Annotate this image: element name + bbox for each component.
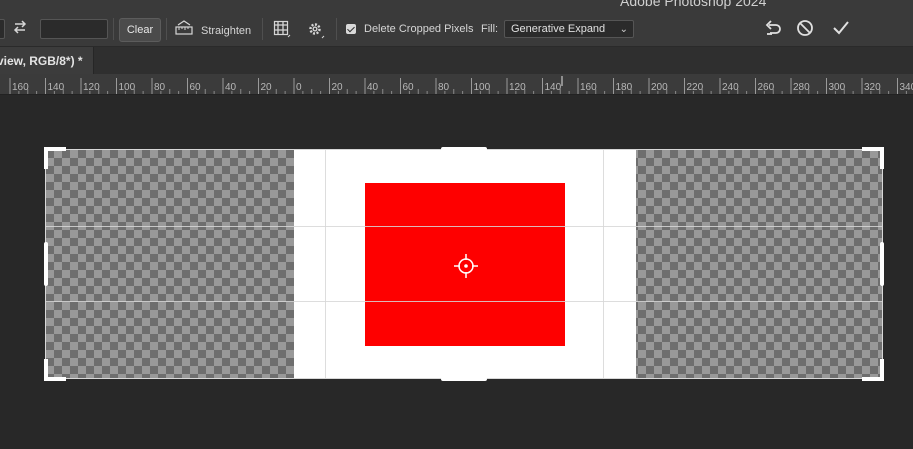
crop-grid-line [325,150,326,378]
crop-handle-bottom[interactable] [441,377,487,381]
settings-gear-icon[interactable] [307,21,325,39]
divider [113,18,114,40]
window-titlebar: Adobe Photoshop 2024 [0,0,913,10]
ruler-tick-label: 120 [509,82,526,93]
ruler-tick-label: 300 [829,82,846,93]
crop-handle-left[interactable] [44,242,48,286]
ruler-tick-label: 320 [864,82,881,93]
document-tab-bar: view, RGB/8*) * [0,47,913,74]
fill-select[interactable]: Generative Expand ⌄ [504,20,634,38]
cancel-icon[interactable] [796,19,814,37]
crop-grid-overlay-icon[interactable] [273,20,291,38]
crop-grid-line [603,150,604,378]
straighten-button[interactable]: Straighten [175,20,251,41]
crop-grid-line [46,226,882,227]
ruler-tick-label: 20 [332,82,344,93]
commit-check-icon[interactable] [832,19,850,37]
delete-cropped-pixels-toggle[interactable]: Delete Cropped Pixels [346,23,473,35]
ruler-tick-label: 200 [651,82,668,93]
crop-width-field[interactable] [0,19,5,39]
swap-arrows-icon[interactable] [12,19,28,35]
ruler-tick-label: 60 [403,82,415,93]
ruler-tick-label: 160 [580,82,597,93]
ruler-tick-label: 280 [793,82,810,93]
fill-select-value: Generative Expand [511,23,606,35]
ruler-tick-label: 40 [225,82,237,93]
ruler-tick-label: 260 [758,82,775,93]
ruler-tick-label: 140 [545,82,562,93]
ruler-tick-label: 0 [296,82,302,93]
delete-cropped-checkbox[interactable] [346,24,356,34]
document-tab-label: view, RGB/8*) * [0,53,83,68]
crop-handle-top[interactable] [441,147,487,151]
crop-height-field[interactable] [40,19,108,39]
crop-grid-line [46,301,882,302]
clear-button[interactable]: Clear [119,18,161,42]
divider [166,18,167,40]
ruler-tick-label: 80 [438,82,450,93]
ruler-tick-label: 80 [154,82,166,93]
fill-label: Fill: [481,23,499,35]
ruler-tick-label: 60 [190,82,202,93]
document-tab[interactable]: view, RGB/8*) * [0,47,94,74]
ruler-tick-label: 100 [474,82,491,93]
straighten-ruler-icon [175,20,193,41]
window-title: Adobe Photoshop 2024 [620,0,767,9]
ruler-tick-label: 220 [687,82,704,93]
ruler-tick-label: 100 [119,82,136,93]
divider [336,18,337,40]
ruler-tick-label: 40 [367,82,379,93]
horizontal-ruler[interactable]: 160 140 120 100 80 60 40 20 0 20 40 60 80 100 120 140 16… [0,74,913,95]
ruler-tick-label: 160 [12,82,29,93]
chevron-down-icon: ⌄ [619,24,628,35]
straighten-label: Straighten [201,24,252,37]
divider [262,18,263,40]
delete-cropped-label: Delete Cropped Pixels [364,23,474,35]
ruler-tick-label: 20 [261,82,273,93]
crop-options-bar: Clear Straighten Delete Cropped Pixels F… [0,10,913,47]
reset-undo-icon[interactable] [764,19,782,37]
ruler-tick-label: 140 [48,82,65,93]
ruler-ticks: 160 140 120 100 80 60 40 20 0 20 40 60 80 100 120 140 16… [9,76,913,94]
ruler-tick-label: 120 [83,82,100,93]
ruler-tick-label: 240 [722,82,739,93]
crop-center-crosshair-icon [453,253,479,284]
crop-handle-right[interactable] [880,242,884,286]
ruler-tick-label: 180 [616,82,633,93]
